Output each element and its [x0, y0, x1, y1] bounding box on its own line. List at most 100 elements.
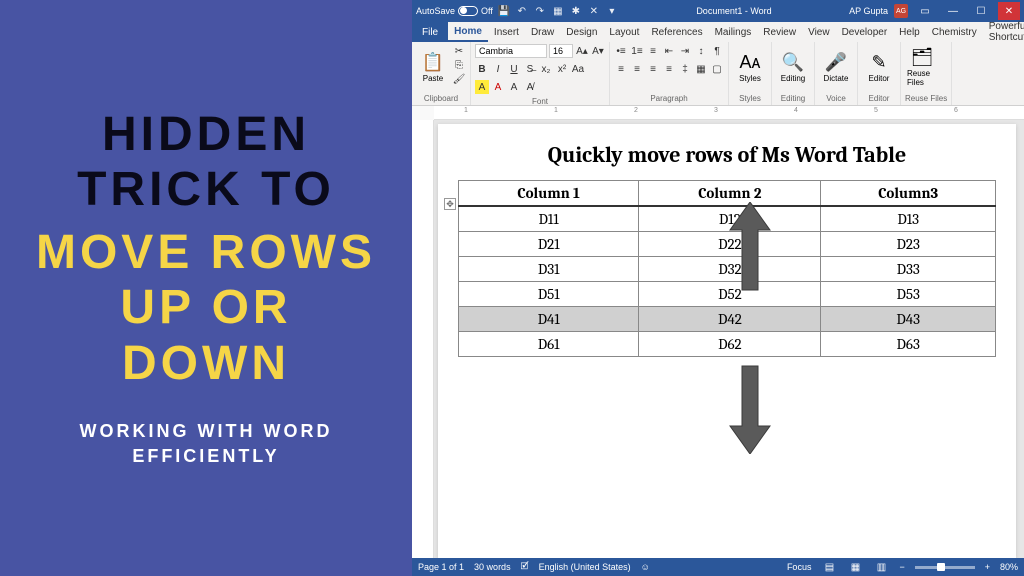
user-name[interactable]: AP Gupta: [849, 6, 888, 16]
dictate-button[interactable]: 🎤Dictate: [819, 44, 853, 90]
redo-icon[interactable]: ↷: [533, 4, 547, 18]
table-cell[interactable]: D52: [639, 282, 821, 307]
borders-icon[interactable]: ▢: [710, 62, 724, 76]
shrink-font-icon[interactable]: A▾: [591, 44, 605, 58]
cut-icon[interactable]: ✂: [452, 44, 466, 58]
focus-mode[interactable]: Focus: [787, 562, 812, 572]
table-cell[interactable]: D63: [821, 332, 996, 357]
numbering-icon[interactable]: 1≡: [630, 44, 644, 58]
clear-format-button[interactable]: A̸: [523, 80, 537, 94]
table-cell[interactable]: D23: [821, 232, 996, 257]
page-indicator[interactable]: Page 1 of 1: [418, 562, 464, 572]
ribbon-options-icon[interactable]: ▭: [914, 2, 936, 20]
table-cell[interactable]: D62: [639, 332, 821, 357]
zoom-in-icon[interactable]: +: [985, 562, 990, 572]
page[interactable]: Quickly move rows of Ms Word Table ✥ Col…: [438, 124, 1016, 558]
read-mode-icon[interactable]: ▤: [821, 562, 837, 573]
justify-icon[interactable]: ≡: [662, 62, 676, 76]
dec-indent-icon[interactable]: ⇤: [662, 44, 676, 58]
qat-more-icon[interactable]: ▾: [605, 4, 619, 18]
table-cell[interactable]: D32: [639, 257, 821, 282]
highlight-button[interactable]: A: [475, 80, 489, 94]
table-move-handle-icon[interactable]: ✥: [444, 198, 456, 210]
language-indicator[interactable]: English (United States): [539, 562, 631, 572]
word-table[interactable]: Column 1 Column 2 Column3 D11D12D13D21D2…: [458, 180, 996, 357]
tab-file[interactable]: File: [412, 22, 448, 42]
print-layout-icon[interactable]: ▦: [847, 562, 863, 573]
qat-icon[interactable]: ▦: [551, 4, 565, 18]
vertical-ruler[interactable]: [412, 120, 434, 558]
save-icon[interactable]: 💾: [497, 4, 511, 18]
strike-button[interactable]: S̶: [523, 62, 537, 76]
qat-icon[interactable]: ✱: [569, 4, 583, 18]
maximize-icon[interactable]: ☐: [970, 2, 992, 20]
tab-design[interactable]: Design: [560, 22, 603, 42]
superscript-button[interactable]: x²: [555, 62, 569, 76]
table-cell[interactable]: D41: [459, 307, 639, 332]
sort-icon[interactable]: ↕: [694, 44, 708, 58]
tab-home[interactable]: Home: [448, 22, 488, 42]
copy-icon[interactable]: ⎘: [452, 58, 466, 72]
table-row[interactable]: D31D32D33: [459, 257, 996, 282]
minimize-icon[interactable]: —: [942, 2, 964, 20]
table-cell[interactable]: D13: [821, 206, 996, 232]
table-row[interactable]: D51D52D53: [459, 282, 996, 307]
editor-button[interactable]: ✎Editor: [862, 44, 896, 90]
document-heading[interactable]: Quickly move rows of Ms Word Table: [458, 142, 996, 168]
table-header[interactable]: Column 1: [459, 181, 639, 207]
web-layout-icon[interactable]: ▥: [873, 562, 889, 573]
shading-icon[interactable]: ▦: [694, 62, 708, 76]
tab-mailings[interactable]: Mailings: [709, 22, 758, 42]
table-row[interactable]: D21D22D23: [459, 232, 996, 257]
autosave-toggle[interactable]: AutoSave Off: [416, 6, 493, 16]
table-cell[interactable]: D31: [459, 257, 639, 282]
table-header[interactable]: Column 2: [639, 181, 821, 207]
table-row[interactable]: D11D12D13: [459, 206, 996, 232]
font-color-button[interactable]: A: [491, 80, 505, 94]
table-cell[interactable]: D11: [459, 206, 639, 232]
user-avatar[interactable]: AG: [894, 4, 908, 18]
proofing-icon[interactable]: 🗹: [521, 559, 529, 575]
paste-button[interactable]: 📋 Paste: [416, 44, 450, 90]
tab-powerful-shortcut[interactable]: Powerful Shortcut: [983, 22, 1024, 42]
table-row[interactable]: D61D62D63: [459, 332, 996, 357]
line-spacing-icon[interactable]: ‡: [678, 62, 692, 76]
tab-developer[interactable]: Developer: [836, 22, 894, 42]
table-cell[interactable]: D51: [459, 282, 639, 307]
table-cell[interactable]: D61: [459, 332, 639, 357]
table-cell[interactable]: D43: [821, 307, 996, 332]
table-cell[interactable]: D22: [639, 232, 821, 257]
show-marks-icon[interactable]: ¶: [710, 44, 724, 58]
accessibility-icon[interactable]: ☺: [641, 562, 650, 572]
subscript-button[interactable]: x₂: [539, 62, 553, 76]
font-size-select[interactable]: [549, 44, 573, 58]
table-cell[interactable]: D12: [639, 206, 821, 232]
table-cell[interactable]: D21: [459, 232, 639, 257]
zoom-level[interactable]: 80%: [1000, 562, 1018, 572]
format-painter-icon[interactable]: 🖌: [452, 72, 466, 86]
zoom-slider[interactable]: [915, 566, 975, 569]
table-row[interactable]: D41D42D43: [459, 307, 996, 332]
table-header-row[interactable]: Column 1 Column 2 Column3: [459, 181, 996, 207]
tab-layout[interactable]: Layout: [603, 22, 645, 42]
tab-review[interactable]: Review: [757, 22, 802, 42]
close-icon[interactable]: ✕: [998, 2, 1020, 20]
undo-icon[interactable]: ↶: [515, 4, 529, 18]
bold-button[interactable]: B: [475, 62, 489, 76]
table-cell[interactable]: D53: [821, 282, 996, 307]
tab-references[interactable]: References: [645, 22, 708, 42]
align-right-icon[interactable]: ≡: [646, 62, 660, 76]
align-center-icon[interactable]: ≡: [630, 62, 644, 76]
font-name-select[interactable]: [475, 44, 547, 58]
word-count[interactable]: 30 words: [474, 562, 511, 572]
tab-insert[interactable]: Insert: [488, 22, 525, 42]
table-cell[interactable]: D42: [639, 307, 821, 332]
zoom-out-icon[interactable]: −: [899, 562, 904, 572]
case-button[interactable]: Aa: [571, 62, 585, 76]
inc-indent-icon[interactable]: ⇥: [678, 44, 692, 58]
multilevel-icon[interactable]: ≡: [646, 44, 660, 58]
styles-button[interactable]: AᴀStyles: [733, 44, 767, 90]
table-cell[interactable]: D33: [821, 257, 996, 282]
editing-button[interactable]: 🔍Editing: [776, 44, 810, 90]
bullets-icon[interactable]: •≡: [614, 44, 628, 58]
